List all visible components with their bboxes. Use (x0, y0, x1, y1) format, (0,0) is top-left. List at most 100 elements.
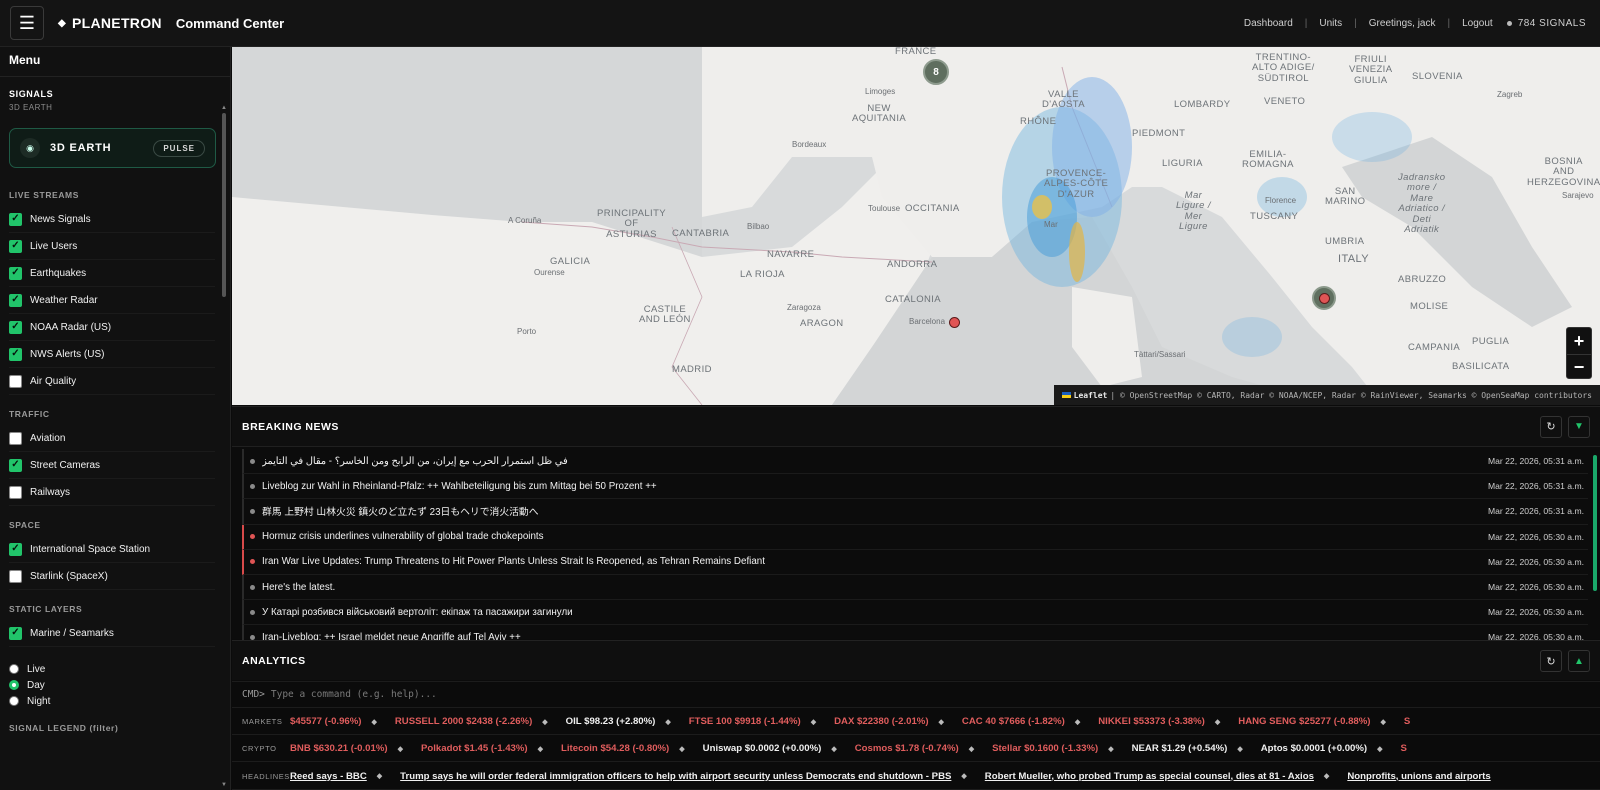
news-headline[interactable]: Iran-Liveblog: ++ Israel meldet neue Ang… (262, 632, 1488, 640)
ticker-item[interactable]: Uniswap $0.0002 (+0.00%) (703, 743, 822, 754)
layer-toggle-noaa-radar-us[interactable]: ✓ NOAA Radar (US) (9, 314, 215, 341)
news-headline[interactable]: في ظل استمرار الحرب مع إيران، من الرابح … (262, 456, 1488, 467)
checkbox-unchecked-icon[interactable] (9, 569, 22, 583)
news-headline[interactable]: Hormuz crisis underlines vulnerability o… (262, 531, 1488, 542)
earth-3d-card[interactable]: ◉ 3D EARTH PULSE (9, 128, 216, 168)
signals-counter: 784 SIGNALS (1506, 18, 1586, 29)
layer-toggle-marine-seamarks[interactable]: ✓ Marine / Seamarks (9, 620, 215, 647)
news-item[interactable]: Iran War Live Updates: Trump Threatens t… (242, 549, 1588, 575)
radio-button[interactable] (9, 696, 19, 706)
layer-toggle-live-users[interactable]: ✓ Live Users (9, 233, 215, 260)
news-item[interactable]: 群馬 上野村 山林火災 鎮火のど立たず 23日もヘリで消火活動へ Mar 22, … (242, 499, 1588, 525)
ticker-item[interactable]: RUSSELL 2000 $2438 (-2.26%) (395, 716, 532, 727)
leaflet-link[interactable]: Leaflet (1074, 391, 1108, 400)
signal-legend-label[interactable]: SIGNAL LEGEND (filter) (0, 709, 230, 739)
analytics-expand-button[interactable]: ▲ (1568, 650, 1590, 672)
nav-dashboard[interactable]: Dashboard (1244, 18, 1293, 29)
ticker-separator-icon: ◆ (938, 718, 944, 726)
checkbox-checked-icon[interactable]: ✓ (9, 626, 22, 640)
ticker-item[interactable]: HANG SENG $25277 (-0.88%) (1238, 716, 1370, 727)
ticker-item[interactable]: NIKKEI $53373 (-3.38%) (1098, 716, 1205, 727)
scroll-down-icon[interactable]: ▼ (221, 782, 227, 788)
ticker-item[interactable]: BNB $630.21 (-0.01%) (290, 743, 388, 754)
headline-link[interactable]: Trump says he will order federal immigra… (400, 771, 951, 782)
checkbox-unchecked-icon[interactable] (9, 374, 22, 388)
nav-greeting[interactable]: Greetings, jack (1369, 18, 1436, 29)
pulse-button[interactable]: PULSE (153, 139, 205, 157)
news-item[interactable]: Here's the latest. Mar 22, 2026, 05:30 a.… (242, 574, 1588, 601)
news-collapse-button[interactable]: ▼ (1568, 415, 1590, 438)
news-item[interactable]: Liveblog zur Wahl in Rheinland-Pfalz: ++… (242, 474, 1588, 500)
news-item[interactable]: في ظل استمرار الحرب مع إيران، من الرابح … (242, 449, 1588, 475)
layer-toggle-starlink-spacex[interactable]: Starlink (SpaceX) (9, 563, 215, 590)
ticker-item[interactable]: Polkadot $1.45 (-1.43%) (421, 743, 528, 754)
layer-toggle-air-quality[interactable]: Air Quality (9, 368, 215, 395)
ticker-item[interactable]: S (1404, 716, 1410, 727)
news-headline[interactable]: Liveblog zur Wahl in Rheinland-Pfalz: ++… (262, 481, 1488, 492)
checkbox-unchecked-icon[interactable] (9, 485, 22, 499)
layer-toggle-international-space-station[interactable]: ✓ International Space Station (9, 536, 215, 563)
ticker-item[interactable]: NEAR $1.29 (+0.54%) (1132, 743, 1228, 754)
news-item[interactable]: Iran-Liveblog: ++ Israel meldet neue Ang… (242, 625, 1588, 640)
checkbox-checked-icon[interactable]: ✓ (9, 320, 22, 334)
basemap-option-night[interactable]: Night (9, 693, 230, 709)
checkbox-checked-icon[interactable]: ✓ (9, 347, 22, 361)
checkbox-checked-icon[interactable]: ✓ (9, 266, 22, 280)
marker-cluster[interactable]: 8 (923, 59, 949, 85)
radio-button[interactable] (9, 680, 19, 690)
ticker-item[interactable]: Litecoin $54.28 (-0.80%) (561, 743, 669, 754)
basemap-option-day[interactable]: Day (9, 677, 230, 693)
scroll-up-icon[interactable]: ▲ (221, 105, 227, 111)
signal-marker-barcelona[interactable] (949, 317, 960, 328)
news-headline[interactable]: 群馬 上野村 山林火災 鎮火のど立たず 23日もヘリで消火活動へ (262, 504, 1488, 518)
ticker-item[interactable]: $45577 (-0.96%) (290, 716, 361, 727)
zoom-out-button[interactable]: − (1567, 354, 1591, 380)
layer-toggle-railways[interactable]: Railways (9, 479, 215, 506)
layer-toggle-aviation[interactable]: Aviation (9, 425, 215, 452)
map-view[interactable]: FRANCE NEW AQUITANIA OCCITANIA PRINCIPAL… (232, 47, 1600, 405)
command-input[interactable] (270, 689, 871, 700)
news-scrollbar[interactable] (1593, 455, 1597, 591)
brand-name: PLANETRON (72, 15, 162, 31)
zoom-in-button[interactable]: + (1567, 328, 1591, 354)
layer-toggle-earthquakes[interactable]: ✓ Earthquakes (9, 260, 215, 287)
ticker-item[interactable]: Cosmos $1.78 (-0.74%) (855, 743, 959, 754)
news-item[interactable]: Hormuz crisis underlines vulnerability o… (242, 524, 1588, 550)
news-item[interactable]: У Катарі розбився військовий вертоліт: е… (242, 600, 1588, 626)
headline-link[interactable]: Reed says - BBC (290, 771, 367, 782)
news-headline[interactable]: Iran War Live Updates: Trump Threatens t… (262, 556, 1488, 567)
checkbox-checked-icon[interactable]: ✓ (9, 239, 22, 253)
ticker-item[interactable]: DAX $22380 (-2.01%) (834, 716, 928, 727)
analytics-refresh-button[interactable]: ↻ (1540, 650, 1562, 672)
checkbox-unchecked-icon[interactable] (9, 431, 22, 445)
brand-logo[interactable]: ◆ PLANETRON (58, 15, 162, 31)
headline-link[interactable]: Nonprofits, unions and airports (1347, 771, 1490, 782)
basemap-option-live[interactable]: Live (9, 661, 230, 677)
menu-toggle-button[interactable]: ☰ (10, 6, 44, 40)
checkbox-checked-icon[interactable]: ✓ (9, 212, 22, 226)
map-label-asturias: PRINCIPALITY OF ASTURIAS (597, 208, 667, 240)
news-refresh-button[interactable]: ↻ (1540, 415, 1562, 438)
ticker-item[interactable]: S (1401, 743, 1407, 754)
nav-units[interactable]: Units (1319, 18, 1342, 29)
layer-toggle-nws-alerts-us[interactable]: ✓ NWS Alerts (US) (9, 341, 215, 368)
checkbox-checked-icon[interactable]: ✓ (9, 458, 22, 472)
layer-toggle-street-cameras[interactable]: ✓ Street Cameras (9, 452, 215, 479)
news-headline[interactable]: У Катарі розбився військовий вертоліт: е… (262, 607, 1488, 618)
sidebar-scrollbar[interactable] (222, 113, 226, 297)
nav-logout[interactable]: Logout (1462, 18, 1493, 29)
layer-toggle-news-signals[interactable]: ✓ News Signals (9, 206, 215, 233)
ticker-item[interactable]: Aptos $0.0001 (+0.00%) (1261, 743, 1367, 754)
ticker-item[interactable]: CAC 40 $7666 (-1.82%) (962, 716, 1065, 727)
ticker-item[interactable]: FTSE 100 $9918 (-1.44%) (689, 716, 801, 727)
layer-toggle-weather-radar[interactable]: ✓ Weather Radar (9, 287, 215, 314)
signal-marker-italy[interactable] (1312, 286, 1336, 310)
headline-link[interactable]: Robert Mueller, who probed Trump as spec… (985, 771, 1314, 782)
news-headline[interactable]: Here's the latest. (262, 582, 1488, 593)
radio-button[interactable] (9, 664, 19, 674)
ticker-item[interactable]: Stellar $0.1600 (-1.33%) (992, 743, 1098, 754)
checkbox-checked-icon[interactable]: ✓ (9, 293, 22, 307)
ticker-item[interactable]: OIL $98.23 (+2.80%) (566, 716, 656, 727)
checkbox-checked-icon[interactable]: ✓ (9, 542, 22, 556)
map-city-marseille: Mar (1044, 220, 1058, 229)
